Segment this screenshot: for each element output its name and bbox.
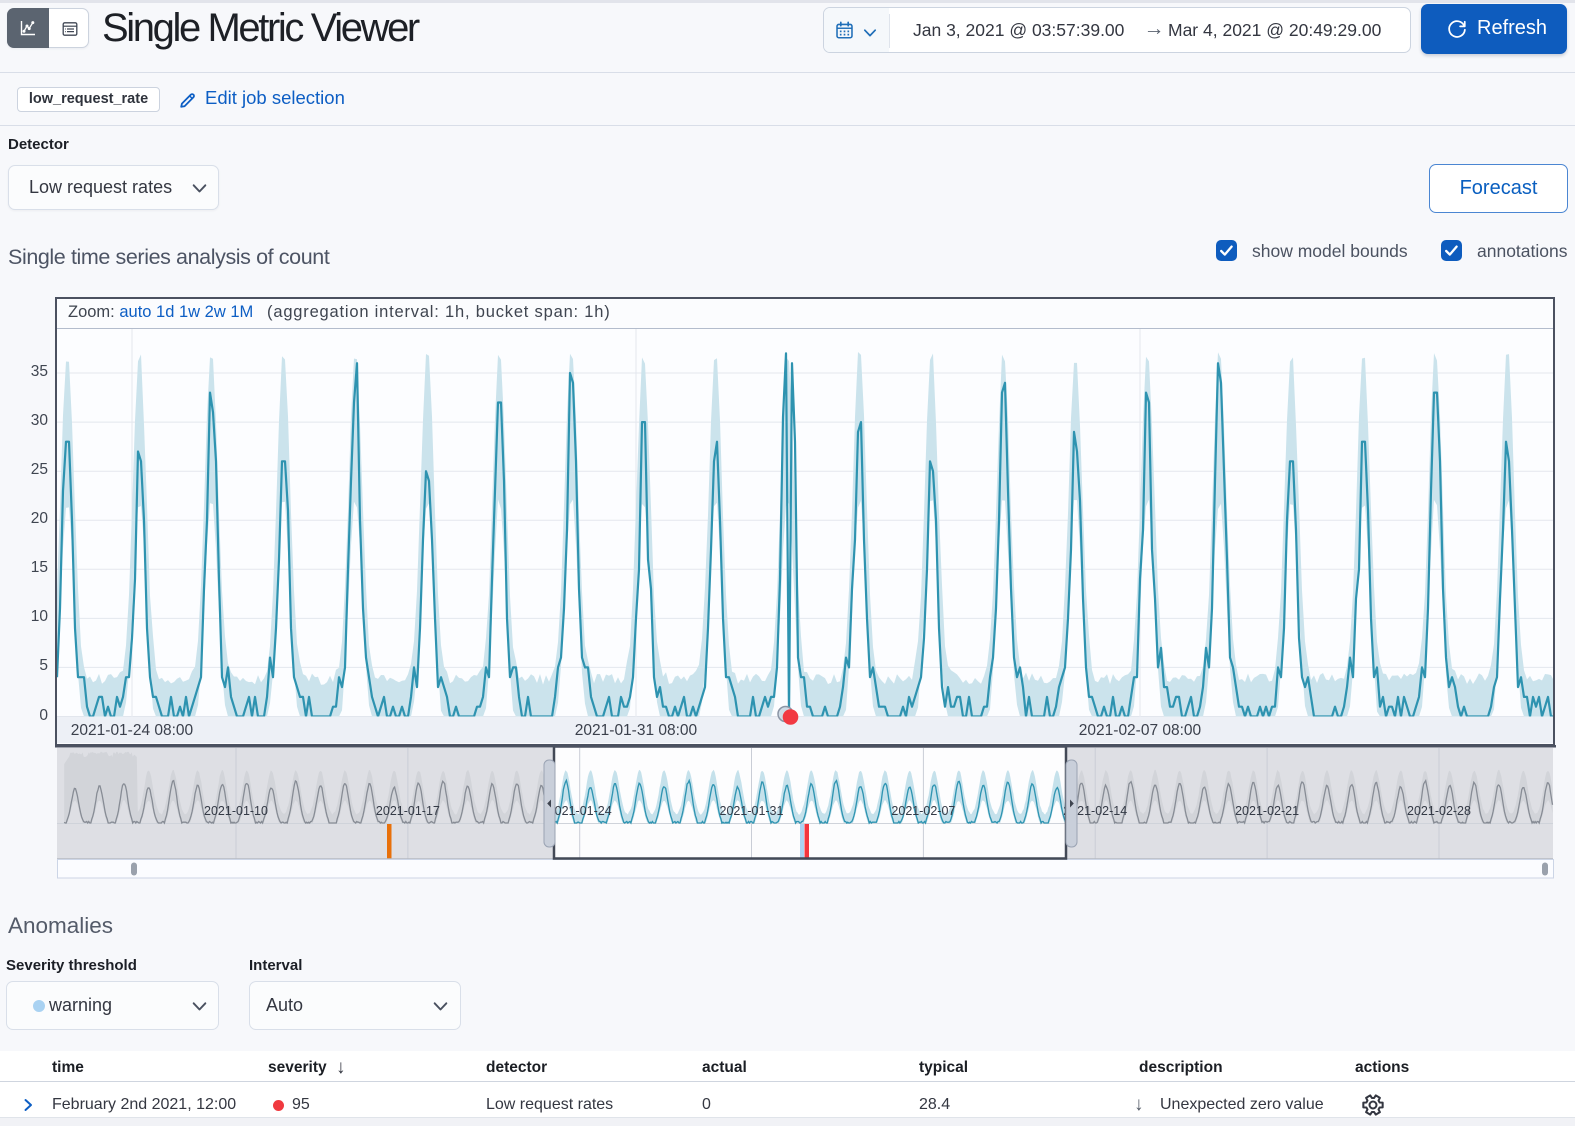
svg-text:2021-01-31: 2021-01-31 <box>720 804 784 818</box>
svg-text:2021-01-24 08:00: 2021-01-24 08:00 <box>71 722 194 739</box>
svg-text:2021-02-28: 2021-02-28 <box>1407 804 1471 818</box>
svg-text:2021-02-21: 2021-02-21 <box>1235 804 1299 818</box>
svg-text:2021-01-17: 2021-01-17 <box>376 804 440 818</box>
svg-text:2021-02-07 08:00: 2021-02-07 08:00 <box>1079 722 1202 739</box>
svg-text:2021-01-10: 2021-01-10 <box>204 804 268 818</box>
svg-text:2021-01-24: 2021-01-24 <box>548 804 612 818</box>
svg-text:2021-01-31 08:00: 2021-01-31 08:00 <box>575 722 698 739</box>
svg-text:2021-02-07: 2021-02-07 <box>891 804 955 818</box>
